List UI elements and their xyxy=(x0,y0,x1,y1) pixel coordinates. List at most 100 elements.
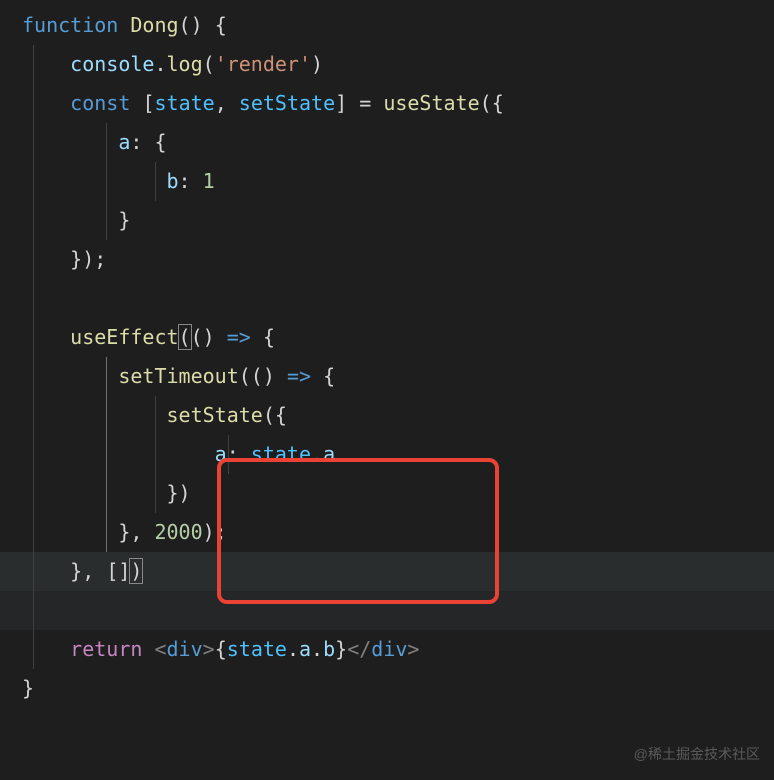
code-line[interactable]: function Dong() { xyxy=(0,6,774,45)
paren-close: ) xyxy=(191,13,203,37)
keyword-return: return xyxy=(70,637,142,661)
function-name: Dong xyxy=(130,13,178,37)
var-state: state xyxy=(154,91,214,115)
semicolon: ; xyxy=(94,247,106,271)
code-line[interactable]: useEffect(() => { xyxy=(0,318,774,357)
brace-open: { xyxy=(492,91,504,115)
code-line[interactable]: a: state.a xyxy=(0,435,774,474)
bracket-open: [ xyxy=(106,559,118,583)
var-setState: setState xyxy=(239,91,335,115)
space xyxy=(251,325,263,349)
code-editor[interactable]: function Dong() { console.log('render') … xyxy=(0,0,774,708)
paren-open: ( xyxy=(251,364,263,388)
paren-close: ) xyxy=(179,481,191,505)
space xyxy=(227,91,239,115)
space xyxy=(371,91,383,115)
prop-a: a xyxy=(299,637,311,661)
tag-open-lt: < xyxy=(154,637,166,661)
comma: , xyxy=(82,559,94,583)
brace-close: } xyxy=(167,481,179,505)
code-line[interactable]: setTimeout(() => { xyxy=(0,357,774,396)
code-line[interactable]: setState({ xyxy=(0,396,774,435)
space xyxy=(142,130,154,154)
function-useState: useState xyxy=(383,91,479,115)
paren-close: ) xyxy=(82,247,94,271)
brace-open: { xyxy=(275,403,287,427)
paren-close: ) xyxy=(203,325,215,349)
space xyxy=(142,520,154,544)
code-line[interactable]: console.log('render') xyxy=(0,45,774,84)
paren-open: ( xyxy=(203,52,215,76)
equals: = xyxy=(359,91,371,115)
brace-close: } xyxy=(118,208,130,232)
code-line[interactable]: const [state, setState] = useState({ xyxy=(0,84,774,123)
tag-close-gt: > xyxy=(407,637,419,661)
space xyxy=(130,91,142,115)
code-line[interactable]: a: { xyxy=(0,123,774,162)
semicolon: ; xyxy=(215,520,227,544)
var-state: state xyxy=(251,442,311,466)
prop-a: a xyxy=(215,442,227,466)
brace-open: { xyxy=(154,130,166,154)
dot: . xyxy=(154,52,166,76)
code-line[interactable] xyxy=(0,279,774,318)
brace-close: } xyxy=(22,676,34,700)
space xyxy=(203,13,215,37)
identifier-console: console xyxy=(70,52,154,76)
prop-a: a xyxy=(118,130,130,154)
code-line[interactable]: } xyxy=(0,669,774,708)
space xyxy=(311,364,323,388)
keyword-const: const xyxy=(70,91,130,115)
paren-close: ) xyxy=(203,520,215,544)
tag-div: div xyxy=(167,637,203,661)
space xyxy=(118,13,130,37)
prop-b: b xyxy=(323,637,335,661)
space xyxy=(94,559,106,583)
number-1: 1 xyxy=(203,169,215,193)
space xyxy=(191,169,203,193)
number-2000: 2000 xyxy=(154,520,202,544)
paren-close: ) xyxy=(263,364,275,388)
tag-close-lt: </ xyxy=(347,637,371,661)
bracket-open: [ xyxy=(142,91,154,115)
function-setTimeout: setTimeout xyxy=(118,364,238,388)
prop-a: a xyxy=(323,442,335,466)
tag-open-gt: > xyxy=(203,637,215,661)
arrow: => xyxy=(227,325,251,349)
comma: , xyxy=(215,91,227,115)
dot: . xyxy=(311,442,323,466)
paren-open: ( xyxy=(191,325,203,349)
code-line[interactable]: }, 2000); xyxy=(0,513,774,552)
bracket-close: ] xyxy=(335,91,347,115)
dot: . xyxy=(287,637,299,661)
brace-close: } xyxy=(70,559,82,583)
arrow: => xyxy=(287,364,311,388)
code-line[interactable]: }) xyxy=(0,474,774,513)
jsx-brace-close: } xyxy=(335,637,347,661)
code-line[interactable] xyxy=(0,591,774,630)
colon: : xyxy=(130,130,142,154)
code-line[interactable]: }); xyxy=(0,240,774,279)
code-line[interactable]: } xyxy=(0,201,774,240)
watermark-text: @稀土掘金技术社区 xyxy=(634,741,760,768)
space xyxy=(215,325,227,349)
comma: , xyxy=(130,520,142,544)
code-line[interactable]: b: 1 xyxy=(0,162,774,201)
space xyxy=(347,91,359,115)
space xyxy=(142,637,154,661)
space xyxy=(275,364,287,388)
paren-open: ( xyxy=(480,91,492,115)
var-state: state xyxy=(227,637,287,661)
method-log: log xyxy=(167,52,203,76)
paren-open: ( xyxy=(179,13,191,37)
paren-close: ) xyxy=(311,52,323,76)
jsx-brace-open: { xyxy=(215,637,227,661)
keyword-function: function xyxy=(22,13,118,37)
dot: . xyxy=(311,637,323,661)
code-line[interactable]: return <div>{state.a.b}</div> xyxy=(0,630,774,669)
paren-close-matched: ) xyxy=(129,558,143,584)
paren-open: ( xyxy=(239,364,251,388)
code-line-active[interactable]: }, []) xyxy=(0,552,774,591)
string-render: 'render' xyxy=(215,52,311,76)
brace-close: } xyxy=(118,520,130,544)
